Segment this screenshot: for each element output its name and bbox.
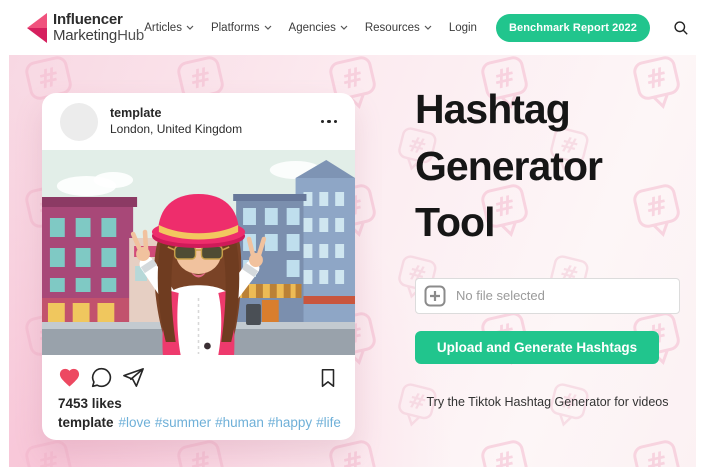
caption-username: template <box>58 415 114 430</box>
heart-icon[interactable] <box>58 366 81 389</box>
nav-item-articles[interactable]: Articles <box>144 22 194 34</box>
brand-arrow-icon <box>27 12 47 43</box>
post-actions <box>42 355 355 389</box>
hashtag-link[interactable]: #love <box>119 415 151 430</box>
post-image <box>42 150 355 355</box>
instagram-post-card: template London, United Kingdom 7453 lik… <box>42 93 355 440</box>
post-caption: template #love #summer #human #happy #life <box>42 411 355 430</box>
city-girl-illustration <box>42 150 355 355</box>
logo-line1: Influencer <box>53 11 123 29</box>
hashtag-link[interactable]: #happy <box>268 415 312 430</box>
more-options-icon[interactable] <box>320 114 337 130</box>
page-title: Hashtag Generator Tool <box>415 86 603 246</box>
tool-panel: Hashtag Generator Tool No file selected … <box>415 81 687 409</box>
nav-item-resources[interactable]: Resources <box>365 22 432 34</box>
nav-item-platforms[interactable]: Platforms <box>211 22 272 34</box>
file-input-value: No file selected <box>456 288 545 304</box>
page: Influencer MarketingHub Articles Platfor… <box>0 0 707 476</box>
likes-count: 7453 likes <box>58 396 122 411</box>
chevron-down-icon <box>264 25 271 30</box>
nav-menu: Articles Platforms Agencies Resources Lo… <box>144 13 693 42</box>
nav-item-agencies[interactable]: Agencies <box>289 22 348 34</box>
hashtag-link[interactable]: #summer <box>155 415 211 430</box>
benchmark-report-button[interactable]: Benchmark Report 2022 <box>495 13 650 42</box>
post-header: template London, United Kingdom <box>42 93 355 150</box>
logo-text: Influencer MarketingHub <box>53 12 144 43</box>
top-nav: Influencer MarketingHub Articles Platfor… <box>0 0 707 55</box>
upload-generate-button[interactable]: Upload and Generate Hashtags <box>415 330 659 364</box>
hashtag-link[interactable]: #life <box>316 415 341 430</box>
search-icon <box>674 20 688 35</box>
post-user-block: template London, United Kingdom <box>110 106 242 137</box>
chevron-down-icon <box>340 25 348 30</box>
share-icon[interactable] <box>122 366 145 389</box>
file-upload-input[interactable]: No file selected <box>415 277 680 314</box>
post-location: London, United Kingdom <box>110 121 243 136</box>
logo-line2: MarketingHub <box>53 26 144 44</box>
bookmark-icon[interactable] <box>317 367 339 389</box>
chevron-down-icon <box>424 25 432 30</box>
avatar <box>60 102 98 141</box>
hero-section: # template London, United Kingdom <box>9 55 696 467</box>
logo[interactable]: Influencer MarketingHub <box>26 12 144 44</box>
plus-icon[interactable] <box>424 285 446 307</box>
comment-icon[interactable] <box>90 366 113 389</box>
tiktok-generator-link[interactable]: Try the Tiktok Hashtag Generator for vid… <box>415 395 680 409</box>
post-username: template <box>110 106 162 121</box>
chevron-down-icon <box>186 25 194 30</box>
search-button[interactable] <box>669 16 693 40</box>
login-link[interactable]: Login <box>449 22 477 34</box>
hashtag-link[interactable]: #human <box>215 415 264 430</box>
